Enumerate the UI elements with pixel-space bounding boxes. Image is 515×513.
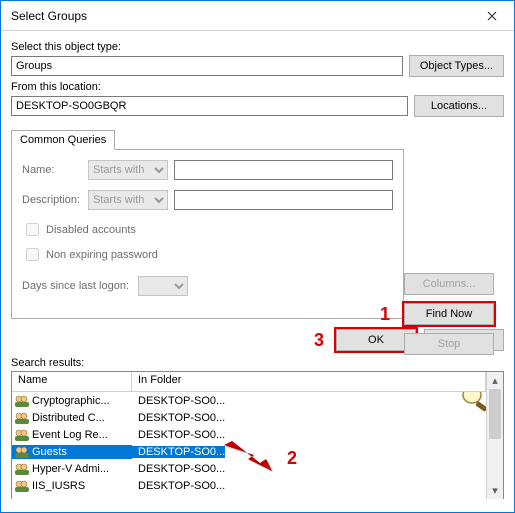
vertical-scrollbar[interactable]: ▴ ▾: [486, 372, 503, 499]
close-button[interactable]: [469, 1, 514, 31]
group-icon: [14, 445, 30, 459]
table-row[interactable]: Cryptographic... DESKTOP-SO0...: [12, 392, 486, 409]
table-row[interactable]: IIS_IUSRS DESKTOP-SO0...: [12, 477, 486, 494]
scroll-down-button[interactable]: ▾: [487, 482, 503, 499]
grid-header: Name In Folder: [12, 372, 486, 392]
select-groups-dialog: Select Groups Select this object type: O…: [0, 0, 515, 513]
object-types-button[interactable]: Object Types...: [409, 55, 504, 77]
row-name: Event Log Re...: [32, 429, 108, 441]
close-icon: [487, 11, 497, 21]
days-since-select: [138, 276, 188, 296]
column-header-name[interactable]: Name: [12, 372, 132, 391]
common-queries-panel: Name: Starts with Description: Starts wi…: [11, 149, 404, 319]
row-name: IIS_IUSRS: [32, 480, 85, 492]
callout-2: 2: [287, 448, 297, 469]
days-since-label: Days since last logon:: [22, 280, 132, 292]
column-header-folder[interactable]: In Folder: [132, 372, 486, 391]
group-icon: [14, 462, 30, 476]
non-expiring-label: Non expiring password: [46, 249, 158, 261]
find-now-button[interactable]: Find Now: [404, 303, 494, 325]
location-label: From this location:: [11, 81, 504, 93]
row-folder: DESKTOP-SO0...: [132, 446, 225, 458]
group-icon: [14, 394, 30, 408]
titlebar: Select Groups: [1, 1, 514, 31]
row-name: Cryptographic...: [32, 395, 110, 407]
object-type-field[interactable]: [11, 56, 403, 76]
description-input: [174, 190, 393, 210]
stop-button: Stop: [404, 333, 494, 355]
search-results-grid[interactable]: Name In Folder Cryptographic... DESKTOP-S…: [11, 371, 504, 499]
row-name: Guests: [32, 446, 67, 458]
row-folder: DESKTOP-SO0...: [132, 480, 486, 492]
group-icon: [14, 428, 30, 442]
callout-1: 1: [380, 304, 390, 325]
columns-button: Columns...: [404, 273, 494, 295]
disabled-accounts-checkbox: [26, 223, 39, 236]
table-row[interactable]: Distributed C... DESKTOP-SO0...: [12, 409, 486, 426]
row-folder: DESKTOP-SO0...: [132, 395, 486, 407]
scroll-up-button[interactable]: ▴: [487, 372, 503, 389]
locations-button[interactable]: Locations...: [414, 95, 504, 117]
name-mode-select: Starts with: [88, 160, 168, 180]
name-label: Name:: [22, 164, 82, 176]
queries-tabs: Common Queries Name: Starts with Descrip…: [11, 129, 404, 319]
dialog-content: Select this object type: Object Types...…: [1, 31, 514, 512]
object-type-label: Select this object type:: [11, 41, 504, 53]
callout-3: 3: [314, 330, 324, 351]
arrow-annotation: [222, 435, 282, 475]
location-field[interactable]: [11, 96, 408, 116]
row-name: Distributed C...: [32, 412, 105, 424]
row-name: Hyper-V Admi...: [32, 463, 109, 475]
row-folder: DESKTOP-SO0...: [132, 429, 486, 441]
description-label: Description:: [22, 194, 82, 206]
scroll-thumb[interactable]: [489, 389, 501, 439]
row-folder: DESKTOP-SO0...: [132, 412, 486, 424]
non-expiring-checkbox: [26, 248, 39, 261]
description-mode-select: Starts with: [88, 190, 168, 210]
window-title: Select Groups: [11, 9, 469, 23]
row-folder: DESKTOP-SO0...: [132, 463, 486, 475]
group-icon: [14, 411, 30, 425]
name-input: [174, 160, 393, 180]
group-icon: [14, 479, 30, 493]
disabled-accounts-label: Disabled accounts: [46, 224, 136, 236]
tab-common-queries[interactable]: Common Queries: [11, 130, 115, 150]
